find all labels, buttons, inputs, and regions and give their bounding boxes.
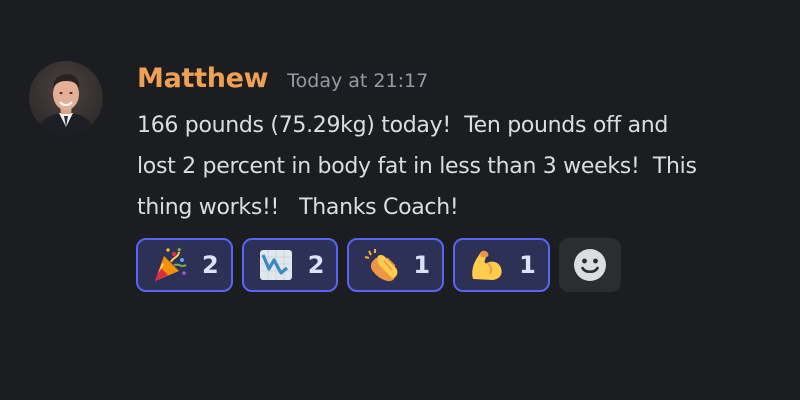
reaction-count: 1	[519, 251, 536, 279]
message-header: Matthew Today at 21:17	[137, 63, 428, 101]
smiley-add-reaction-icon	[573, 249, 606, 281]
reaction-count: 2	[307, 251, 325, 279]
chart-decreasing-icon	[257, 246, 295, 284]
reaction-count: 1	[413, 251, 431, 279]
timestamp: Today at 21:17	[287, 70, 429, 92]
party-popper-icon	[151, 246, 189, 284]
flexed-biceps-icon	[468, 246, 506, 284]
username[interactable]: Matthew	[137, 63, 269, 94]
reaction-party-popper[interactable]: 2	[136, 238, 233, 292]
clapping-hands-icon	[362, 246, 400, 284]
reaction-clapping-hands[interactable]: 1	[347, 238, 445, 292]
add-reaction-button[interactable]	[558, 238, 621, 292]
reaction-count: 2	[202, 251, 219, 279]
reaction-chart-decreasing[interactable]: 2	[241, 238, 339, 292]
user-avatar-photo-icon	[29, 61, 103, 135]
avatar[interactable]	[29, 61, 103, 135]
chat-message: Matthew Today at 21:17 166 pounds (75.29…	[0, 0, 800, 400]
message-content: 166 pounds (75.29kg) today! Ten pounds o…	[137, 113, 697, 220]
reactions-bar: 2 2 1 1	[136, 238, 621, 292]
reaction-flexed-biceps[interactable]: 1	[453, 238, 550, 292]
